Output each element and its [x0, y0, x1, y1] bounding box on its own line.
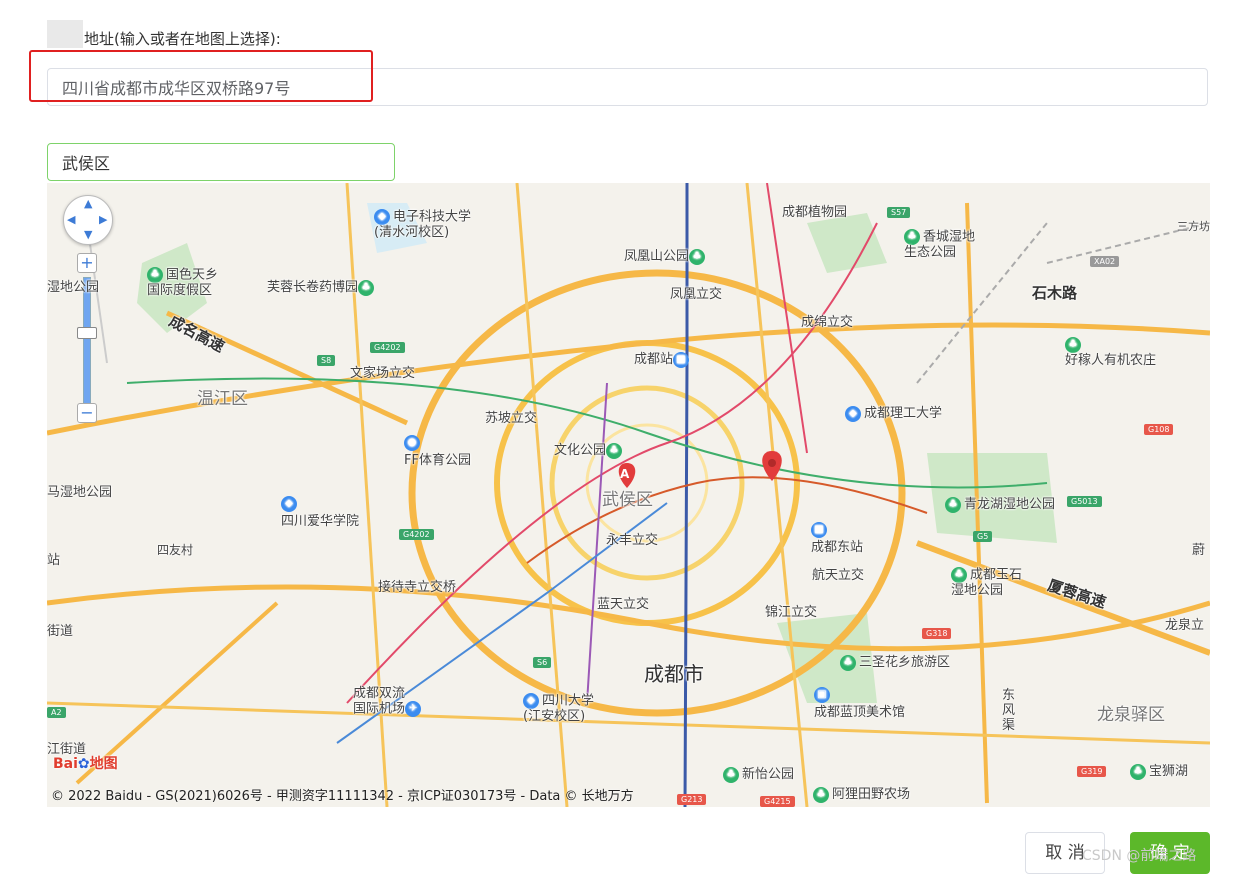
map-label: ♣ 香城湿地 生态公园: [904, 229, 976, 260]
road-shield: G4215: [760, 796, 795, 807]
map-label: 锦江立交: [765, 605, 818, 620]
map-label: ■ 成都东站: [811, 521, 864, 555]
sports-icon: ●: [404, 434, 420, 451]
road-shield: G4202: [399, 529, 434, 540]
blurred-label-prefix: [47, 20, 83, 48]
map-label: ◆ 四川大学 (江安校区): [523, 693, 595, 724]
map-label: 街道: [47, 624, 74, 639]
map-label: 四友村: [157, 543, 194, 557]
road-shield: G108: [1144, 424, 1174, 435]
school-icon: ◆: [523, 693, 539, 709]
map-label: 成都双流 国际机场 ✈: [353, 686, 424, 717]
road-shield: S8: [317, 355, 336, 366]
baidu-paw-icon: ✿: [77, 756, 90, 772]
map-label: ◆ 电子科技大学 (清水河校区): [374, 209, 472, 240]
map-label: 凤凰山公园 ♣: [624, 245, 708, 265]
school-icon: ◆: [281, 495, 297, 512]
map-label: ♣ 成都玉石 湿地公园: [951, 567, 1023, 598]
map-label: ♣ 国色天乡 国际度假区: [147, 267, 219, 298]
zoom-in-button[interactable]: +: [77, 253, 97, 273]
museum-icon: ▣: [814, 686, 830, 703]
map-label: 湿地公园: [47, 280, 100, 295]
map-copyright: © 2022 Baidu - GS(2021)6026号 - 甲测资字11111…: [51, 789, 634, 804]
road-shield: S6: [533, 657, 552, 668]
airport-icon: ✈: [405, 701, 422, 717]
map-label: ♣ 青龙湖湿地公园: [945, 493, 1055, 513]
map-label: 龙泉立: [1165, 618, 1205, 633]
map-label: 成都站 ■: [634, 348, 692, 368]
road-shield: G213: [677, 794, 707, 805]
zoom-slider-handle[interactable]: [77, 327, 97, 339]
baidu-logo[interactable]: Bai✿地图: [53, 753, 118, 773]
park-icon: ♣: [358, 279, 375, 296]
baidu-map[interactable]: A ▲ ▼ ◀ ▶ + − ◆ 电子科技大学 (清水河校区) 成都植物园 凤凰山公…: [47, 183, 1210, 807]
park-icon: ♣: [840, 654, 856, 671]
map-label: 航天立交: [812, 568, 865, 583]
road-shield: S57: [887, 207, 911, 218]
map-label: 站: [47, 553, 61, 568]
park-icon: ♣: [606, 442, 623, 459]
map-label: 接待寺立交桥: [378, 580, 457, 595]
map-label: 文家场立交: [350, 366, 416, 381]
map-label: 东风渠: [1002, 688, 1016, 733]
map-search-input[interactable]: [47, 143, 395, 181]
map-label: ◆ 四川爱华学院: [281, 495, 360, 529]
road-shield: G4202: [370, 342, 405, 353]
road-shield: G318: [922, 628, 952, 639]
map-label: ● FF体育公园: [404, 434, 471, 468]
map-label: 成都植物园: [782, 205, 848, 220]
map-label: 武侯区: [602, 490, 653, 510]
map-label: ◆ 成都理工大学: [845, 402, 942, 422]
map-label: ♣ 新怡公园: [723, 763, 794, 783]
map-label: 龙泉驿区: [1097, 705, 1165, 725]
station-icon: ■: [673, 351, 690, 368]
park-icon: ♣: [951, 567, 967, 583]
map-label: 蔚: [1192, 543, 1206, 558]
map-label: 文化公园 ♣: [554, 439, 625, 459]
road-shield: G319: [1077, 766, 1107, 777]
map-label: 马湿地公园: [47, 485, 113, 500]
park-icon: ♣: [813, 786, 829, 803]
park-icon: ♣: [689, 248, 706, 265]
map-label: ♣ 宝狮湖: [1130, 760, 1188, 780]
park-icon: ♣: [904, 229, 920, 245]
map-label: ♣ 三圣花乡旅游区: [840, 651, 950, 671]
station-icon: ■: [811, 521, 827, 538]
address-label: 地址(输入或者在地图上选择):: [84, 30, 281, 48]
park-icon: ♣: [1130, 763, 1146, 780]
park-icon: ♣: [147, 267, 163, 283]
map-pan-control[interactable]: ▲ ▼ ◀ ▶: [63, 195, 113, 245]
map-label: 三方坊: [1177, 220, 1210, 233]
map-label: ♣ 好稼人有机农庄: [1065, 337, 1157, 368]
road-shield: G5: [973, 531, 993, 542]
map-label: 芙蓉长卷药博园 ♣: [267, 276, 377, 296]
school-icon: ◆: [845, 405, 861, 422]
marker-a-label: A: [620, 467, 630, 481]
zoom-track[interactable]: [83, 277, 91, 407]
watermark: CSDN @前端之路: [1082, 848, 1197, 864]
road-shield: A2: [47, 707, 66, 718]
park-icon: ♣: [945, 496, 961, 513]
map-label: ▣ 成都蓝顶美术馆: [814, 686, 906, 720]
map-label: 成绵立交: [801, 315, 854, 330]
park-icon: ♣: [1065, 337, 1081, 353]
map-label: ♣ 阿狸田野农场: [813, 783, 910, 803]
map-label: 温江区: [197, 389, 248, 409]
highlight-annotation-box: [29, 50, 373, 102]
park-icon: ♣: [723, 766, 739, 783]
road-shield: G5013: [1067, 496, 1102, 507]
map-label: 蓝天立交: [597, 597, 650, 612]
zoom-out-button[interactable]: −: [77, 403, 97, 423]
school-icon: ◆: [374, 209, 390, 225]
map-label: 永丰立交: [606, 533, 659, 548]
map-label: 成都市: [644, 662, 704, 686]
map-label: 凤凰立交: [670, 287, 723, 302]
road-shield: XA02: [1090, 256, 1120, 267]
map-label: 苏坡立交: [485, 411, 538, 426]
map-label: 石木路: [1032, 284, 1078, 302]
